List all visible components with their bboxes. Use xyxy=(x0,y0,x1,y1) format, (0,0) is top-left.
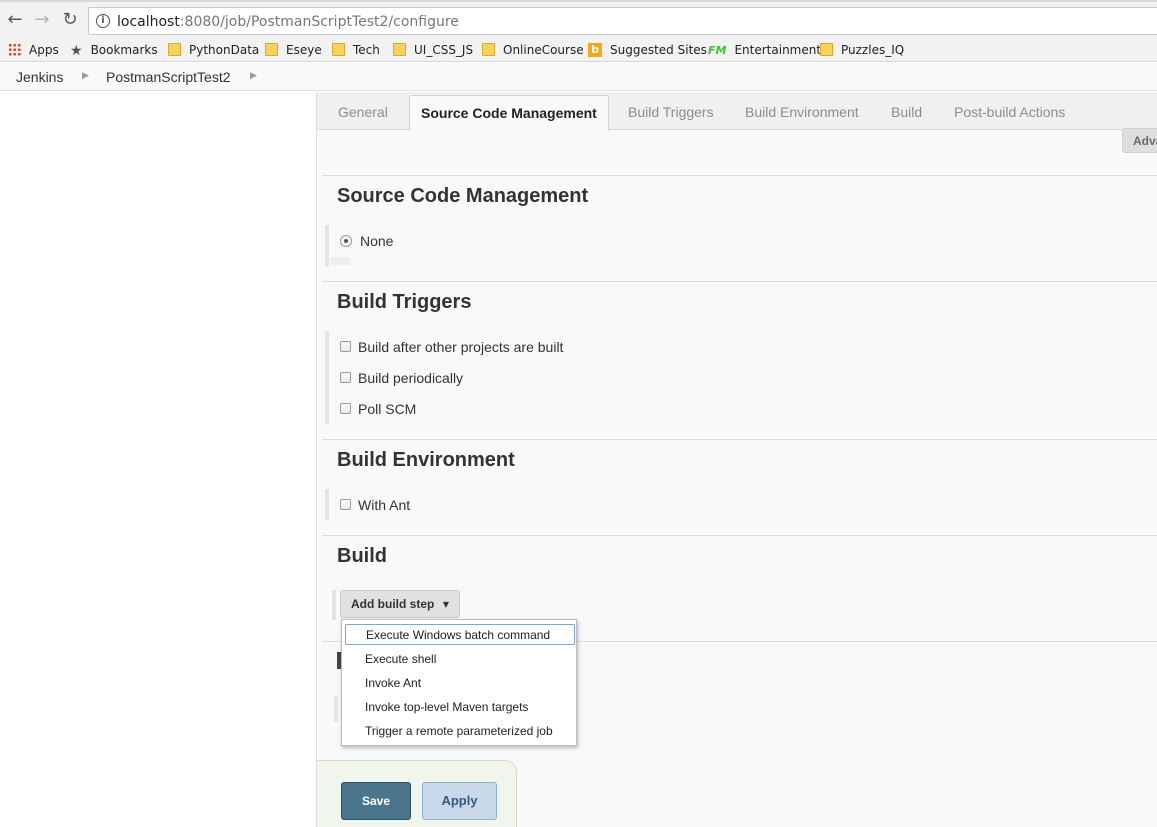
apps-grid-icon xyxy=(8,43,21,56)
section-divider xyxy=(322,439,1157,440)
section-bar xyxy=(325,489,329,520)
advanced-button[interactable]: Advanced... xyxy=(1122,128,1157,153)
apply-button[interactable]: Apply xyxy=(422,782,497,820)
trigger-label: Build periodically xyxy=(358,370,464,386)
url-text: localhost:8080/job/PostmanScriptTest2/co… xyxy=(117,14,459,30)
section-spacer xyxy=(330,257,350,265)
breadcrumb: Jenkins ▶ PostmanScriptTest2 ▶ xyxy=(0,63,1157,91)
scm-option-none[interactable]: None xyxy=(340,233,393,249)
tab-build-environment[interactable]: Build Environment xyxy=(745,104,859,120)
bookmark-label: Entertainment xyxy=(734,43,822,57)
bookmark-apps[interactable]: Apps xyxy=(8,41,59,59)
star-icon: ★ xyxy=(70,42,83,59)
menu-item-execute-shell[interactable]: Execute shell xyxy=(343,648,575,669)
chevron-right-icon[interactable]: ▶ xyxy=(82,70,89,81)
breadcrumb-jenkins[interactable]: Jenkins xyxy=(16,69,63,85)
env-with-ant[interactable]: With Ant xyxy=(340,497,410,513)
folder-icon xyxy=(332,43,345,56)
bookmark-suggested-sites[interactable]: b Suggested Sites xyxy=(588,41,707,59)
bookmark-label: Puzzles_IQ xyxy=(841,43,905,57)
trigger-label: Poll SCM xyxy=(358,401,417,417)
folder-icon xyxy=(482,43,495,56)
tab-build-triggers[interactable]: Build Triggers xyxy=(628,104,714,120)
bookmarks-bar: Apps ★ Bookmarks PythonData Eseye Tech UI… xyxy=(0,38,1157,62)
bookmark-ui-css-js[interactable]: UI_CSS_JS xyxy=(393,41,473,59)
menu-item-remote-parameterized-job[interactable]: Trigger a remote parameterized job xyxy=(343,720,575,741)
section-divider xyxy=(322,281,1157,282)
bookmark-label: Eseye xyxy=(286,43,322,57)
folder-icon xyxy=(393,43,406,56)
checkbox[interactable] xyxy=(340,499,351,510)
url-path: :8080/job/PostmanScriptTest2/configure xyxy=(179,14,459,30)
tab-build[interactable]: Build xyxy=(891,104,922,120)
bookmark-pythondata[interactable]: PythonData xyxy=(168,41,259,59)
checkbox[interactable] xyxy=(340,372,351,383)
section-divider xyxy=(322,175,1157,176)
build-step-dropdown: Execute Windows batch command Execute sh… xyxy=(341,619,577,746)
add-build-step-button[interactable]: Add build step ▼ xyxy=(340,590,460,618)
section-bar xyxy=(334,696,338,722)
radio-button[interactable] xyxy=(340,235,352,247)
side-panel xyxy=(0,92,317,827)
bookmark-eseye[interactable]: Eseye xyxy=(265,41,322,59)
save-button[interactable]: Save xyxy=(341,782,411,820)
section-bar xyxy=(325,331,329,424)
forward-arrow-icon[interactable]: → xyxy=(32,10,52,30)
scm-section-title: Source Code Management xyxy=(337,185,589,207)
menu-item-maven-targets[interactable]: Invoke top-level Maven targets xyxy=(343,696,575,717)
url-host: localhost xyxy=(117,14,180,30)
trigger-label: Build after other projects are built xyxy=(358,339,564,355)
folder-icon xyxy=(168,43,181,56)
bookmark-label: PythonData xyxy=(189,43,260,57)
bookmark-entertainment[interactable]: FM Entertainment xyxy=(708,41,821,59)
config-tabs: General Source Code Management Build Tri… xyxy=(317,92,1157,131)
section-bar xyxy=(332,590,336,620)
bookmark-label: Tech xyxy=(353,43,380,57)
scm-option-label: None xyxy=(360,233,394,249)
back-arrow-icon[interactable]: ← xyxy=(5,10,25,30)
bookmark-label: Bookmarks xyxy=(90,43,158,57)
bookmark-label: UI_CSS_JS xyxy=(414,43,474,57)
trigger-poll-scm[interactable]: Poll SCM xyxy=(340,401,416,417)
menu-item-invoke-ant[interactable]: Invoke Ant xyxy=(343,672,575,693)
fm-icon: FM xyxy=(708,43,727,57)
bookmark-bookmarks[interactable]: ★ Bookmarks xyxy=(70,41,158,59)
trigger-build-after-other[interactable]: Build after other projects are built xyxy=(340,339,563,355)
bookmark-onlinecourse[interactable]: OnlineCourse xyxy=(482,41,584,59)
address-bar[interactable]: i localhost:8080/job/PostmanScriptTest2/… xyxy=(88,7,1157,35)
menu-item-windows-batch[interactable]: Execute Windows batch command xyxy=(345,624,575,645)
site-info-icon[interactable]: i xyxy=(96,14,110,28)
tab-source-code-management[interactable]: Source Code Management xyxy=(409,95,609,131)
bookmark-label: OnlineCourse xyxy=(503,43,584,57)
section-bar xyxy=(325,225,329,267)
config-form: General Source Code Management Build Tri… xyxy=(317,92,1157,827)
bookmark-puzzles-iq[interactable]: Puzzles_IQ xyxy=(820,41,904,59)
bookmark-tech[interactable]: Tech xyxy=(332,41,380,59)
build-environment-section-title: Build Environment xyxy=(337,449,515,471)
build-triggers-section-title: Build Triggers xyxy=(337,291,472,313)
folder-icon xyxy=(820,43,833,56)
env-option-label: With Ant xyxy=(358,497,411,513)
breadcrumb-job[interactable]: PostmanScriptTest2 xyxy=(106,69,231,85)
trigger-build-periodically[interactable]: Build periodically xyxy=(340,370,463,386)
reload-icon[interactable]: ↻ xyxy=(60,10,80,30)
folder-icon xyxy=(265,43,278,56)
tab-post-build-actions[interactable]: Post-build Actions xyxy=(954,104,1065,120)
add-build-step-label: Add build step xyxy=(351,597,435,611)
caret-down-icon: ▼ xyxy=(442,600,449,609)
tab-general[interactable]: General xyxy=(338,104,388,120)
build-section-title: Build xyxy=(337,545,387,567)
checkbox[interactable] xyxy=(340,403,351,414)
bookmark-label: Apps xyxy=(29,43,59,57)
bookmark-label: Suggested Sites xyxy=(610,43,707,57)
section-divider xyxy=(322,535,1157,536)
browser-toolbar: ← → ↻ i localhost:8080/job/PostmanScript… xyxy=(0,0,1157,38)
chevron-right-icon[interactable]: ▶ xyxy=(250,70,257,81)
form-actions-bar: Save Apply xyxy=(317,760,517,827)
checkbox[interactable] xyxy=(340,341,351,352)
bing-icon: b xyxy=(588,42,602,57)
